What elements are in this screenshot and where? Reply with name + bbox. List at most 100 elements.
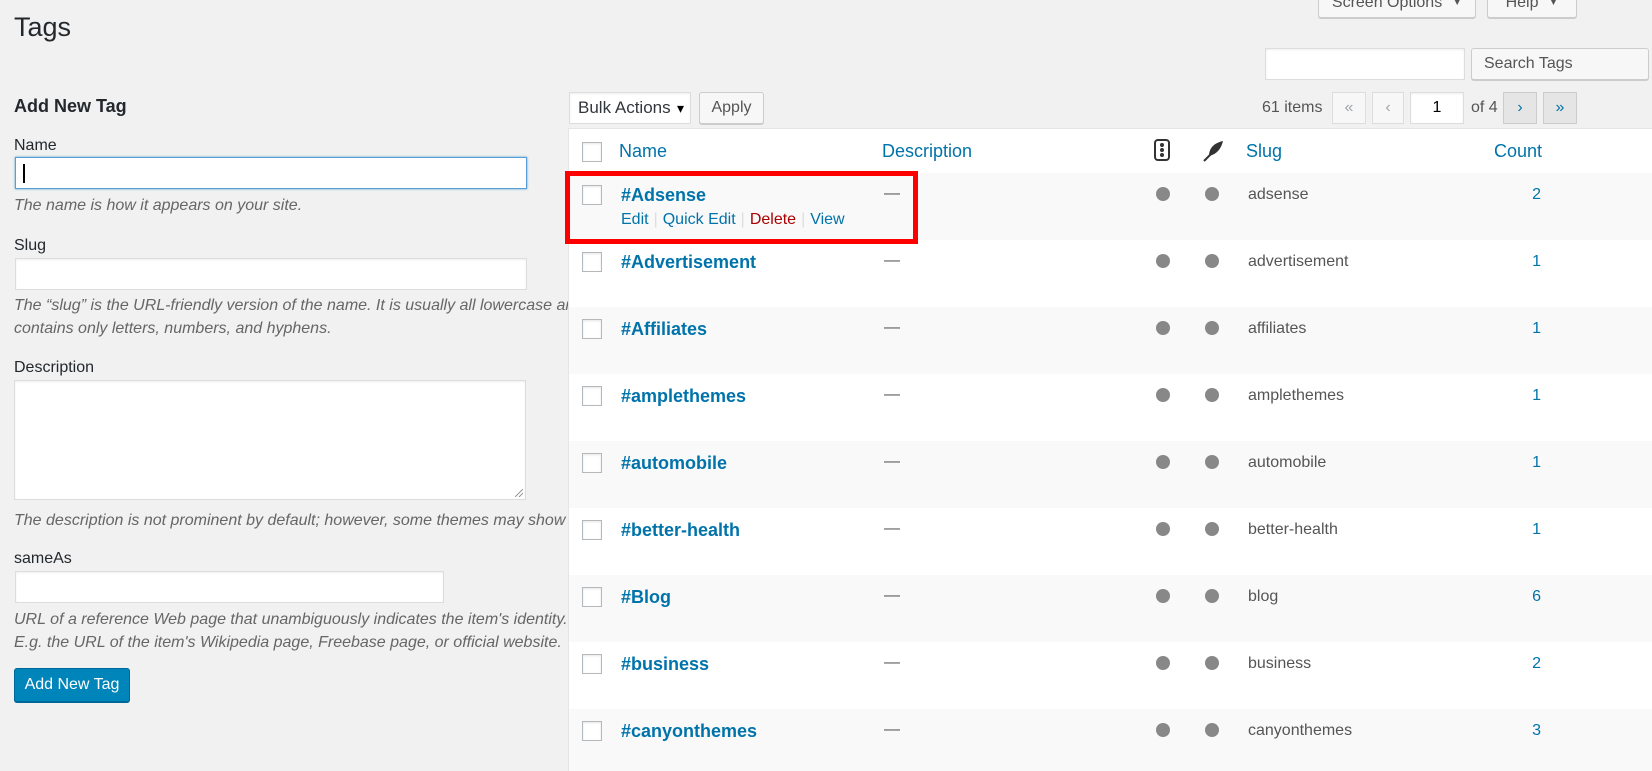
name-label: Name	[14, 137, 57, 154]
tag-count-link[interactable]: 1	[1532, 320, 1541, 338]
slug-label: Slug	[14, 237, 47, 254]
description-textarea[interactable]	[14, 380, 526, 500]
status-dot	[1205, 187, 1219, 201]
status-dot	[1205, 522, 1219, 536]
tag-description: —	[884, 319, 900, 336]
status-dot	[1156, 455, 1170, 469]
text-cursor	[23, 164, 25, 183]
prev-page-button[interactable]: ‹	[1372, 92, 1404, 124]
column-description[interactable]: Description	[882, 141, 972, 162]
tag-count-link[interactable]: 6	[1532, 588, 1541, 606]
sameas-input[interactable]	[15, 571, 444, 603]
status-dot	[1205, 589, 1219, 603]
search-tags-input[interactable]	[1265, 48, 1465, 80]
help-button[interactable]: Help ▼	[1487, 0, 1577, 18]
tag-slug: canyonthemes	[1248, 722, 1353, 739]
description-label: Description	[14, 359, 95, 376]
tag-count-link[interactable]: 1	[1532, 387, 1541, 405]
column-count[interactable]: Count	[1494, 141, 1542, 162]
caret-down-icon: ▼	[1452, 0, 1463, 8]
total-pages: of 4	[1471, 99, 1498, 116]
tag-description: —	[884, 453, 900, 470]
row-checkbox[interactable]	[582, 319, 602, 339]
status-dot	[1205, 455, 1219, 469]
tag-count-link[interactable]: 2	[1532, 186, 1541, 204]
bulk-actions-value: Bulk Actions	[578, 98, 671, 117]
slug-help-line-2: contains only letters, numbers, and hyph…	[14, 320, 332, 337]
table-row: #canyonthemes — canyonthemes 3	[569, 709, 1652, 771]
tag-slug: affiliates	[1248, 320, 1307, 337]
table-row: #business — business 2	[569, 642, 1652, 709]
traffic-light-icon	[1154, 139, 1170, 161]
status-dot	[1156, 187, 1170, 201]
column-name[interactable]: Name	[619, 141, 667, 162]
tag-count-link[interactable]: 1	[1532, 253, 1541, 271]
feather-icon	[1203, 141, 1223, 162]
tag-name-link[interactable]: #automobile	[621, 453, 727, 474]
add-new-tag-heading: Add New Tag	[14, 96, 127, 116]
add-new-tag-button[interactable]: Add New Tag	[14, 668, 130, 702]
select-all-checkbox[interactable]	[582, 142, 602, 162]
tag-description: —	[884, 654, 900, 671]
name-input[interactable]	[15, 157, 527, 189]
last-page-button[interactable]: »	[1543, 92, 1577, 124]
status-dot	[1156, 388, 1170, 402]
sameas-help-line-2: E.g. the URL of the item's Wikipedia pag…	[14, 634, 562, 651]
tag-name-link[interactable]: #Advertisement	[621, 252, 756, 273]
tag-slug: adsense	[1248, 186, 1309, 203]
resize-handle-icon[interactable]	[515, 489, 523, 497]
table-row: #Affiliates — affiliates 1	[569, 307, 1652, 374]
row-checkbox[interactable]	[582, 587, 602, 607]
status-dot	[1156, 656, 1170, 670]
tag-count-link[interactable]: 3	[1532, 722, 1541, 740]
table-row: #Blog — blog 6	[569, 575, 1652, 642]
tag-name-link[interactable]: #better-health	[621, 520, 740, 541]
apply-button[interactable]: Apply	[699, 92, 764, 124]
name-help: The name is how it appears on your site.	[14, 197, 303, 214]
tag-count-link[interactable]: 2	[1532, 655, 1541, 673]
column-slug[interactable]: Slug	[1246, 141, 1282, 162]
page-title: Tags	[14, 12, 72, 42]
first-page-button[interactable]: «	[1332, 92, 1366, 124]
tag-count-link[interactable]: 1	[1532, 454, 1541, 472]
tag-slug: better-health	[1248, 521, 1338, 538]
caret-down-icon: ▼	[1548, 0, 1559, 8]
tag-count-link[interactable]: 1	[1532, 521, 1541, 539]
row-checkbox[interactable]	[582, 386, 602, 406]
tag-name-link[interactable]: #amplethemes	[621, 386, 746, 407]
slug-help-line-1: The “slug” is the URL-friendly version o…	[14, 297, 584, 314]
help-label: Help	[1505, 0, 1539, 11]
items-count: 61 items	[1262, 99, 1323, 116]
search-tags-button[interactable]: Search Tags	[1471, 48, 1649, 80]
tag-slug: blog	[1248, 588, 1279, 605]
bulk-actions-select[interactable]: Bulk Actions ▾	[569, 92, 691, 124]
table-row: #better-health — better-health 1	[569, 508, 1652, 575]
status-dot	[1205, 254, 1219, 268]
tag-description: —	[884, 252, 900, 269]
next-page-button[interactable]: ›	[1503, 92, 1537, 124]
table-header: Name Description Slug Count	[569, 128, 1652, 174]
screen-options-button[interactable]: Screen Options ▼	[1318, 0, 1476, 18]
sameas-label: sameAs	[14, 550, 72, 567]
status-dot	[1205, 656, 1219, 670]
tag-name-link[interactable]: #business	[621, 654, 709, 675]
tag-description: —	[884, 520, 900, 537]
tag-name-link[interactable]: #Blog	[621, 587, 671, 608]
status-dot	[1156, 254, 1170, 268]
row-checkbox[interactable]	[582, 520, 602, 540]
current-page-input[interactable]	[1410, 92, 1464, 124]
status-dot	[1205, 388, 1219, 402]
row-checkbox[interactable]	[582, 654, 602, 674]
description-help: The description is not prominent by defa…	[14, 512, 583, 529]
tag-name-link[interactable]: #Affiliates	[621, 319, 707, 340]
row-checkbox[interactable]	[582, 721, 602, 741]
tag-name-link[interactable]: #canyonthemes	[621, 721, 757, 742]
status-dot	[1205, 723, 1219, 737]
tag-slug: business	[1248, 655, 1312, 672]
row-checkbox[interactable]	[582, 252, 602, 272]
tag-slug: automobile	[1248, 454, 1327, 471]
status-dot	[1156, 522, 1170, 536]
tag-description: —	[884, 386, 900, 403]
row-checkbox[interactable]	[582, 453, 602, 473]
slug-input[interactable]	[15, 258, 527, 290]
